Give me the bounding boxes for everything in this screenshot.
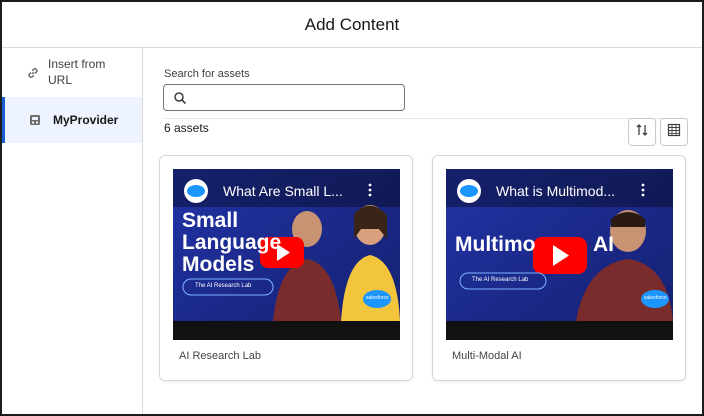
dialog: Add Content Insert from URL MyProvider S… bbox=[0, 0, 704, 416]
asset-card[interactable]: What Are Small L... Small Language Model… bbox=[159, 155, 413, 381]
sort-icon bbox=[635, 123, 649, 142]
channel-badge: The AI Research Lab bbox=[472, 277, 529, 283]
sidebar-item-label: Insert from URL bbox=[48, 57, 106, 87]
asset-count: 6 assets bbox=[164, 121, 209, 135]
channel-badge: The AI Research Lab bbox=[195, 283, 252, 289]
salesforce-logo: salesforce bbox=[644, 295, 667, 301]
search-label: Search for assets bbox=[164, 68, 250, 80]
sort-button[interactable] bbox=[628, 118, 656, 146]
sidebar: Insert from URL MyProvider bbox=[2, 48, 143, 414]
selected-indicator bbox=[2, 97, 5, 143]
grid-view-icon bbox=[667, 123, 681, 142]
grid-view-button[interactable] bbox=[660, 118, 688, 146]
search-input[interactable] bbox=[194, 88, 399, 107]
search-icon bbox=[173, 91, 187, 105]
provider-icon bbox=[29, 114, 41, 126]
salesforce-logo: salesforce bbox=[366, 295, 389, 301]
sidebar-item-insert-from-url[interactable]: Insert from URL bbox=[2, 56, 142, 98]
divider bbox=[164, 118, 688, 119]
asset-card[interactable]: What is Multimod... Multimo AI The AI Re… bbox=[432, 155, 686, 381]
search-field[interactable] bbox=[163, 84, 405, 111]
video-thumbnail[interactable]: What is Multimod... Multimo AI The AI Re… bbox=[446, 169, 673, 340]
link-icon bbox=[26, 66, 40, 80]
overlay-line: Language bbox=[182, 231, 282, 254]
sidebar-item-myprovider[interactable]: MyProvider bbox=[2, 97, 142, 143]
overlay-line: Small bbox=[182, 209, 239, 232]
dialog-header: Add Content bbox=[2, 2, 702, 48]
video-title: What is Multimod... bbox=[496, 183, 616, 199]
dialog-title: Add Content bbox=[304, 14, 400, 34]
asset-title: AI Research Lab bbox=[179, 350, 261, 362]
video-thumbnail[interactable]: What Are Small L... Small Language Model… bbox=[173, 169, 400, 340]
main-panel: Search for assets 6 assets What Are Smal… bbox=[144, 48, 702, 414]
overlay-line: Multimo bbox=[455, 233, 536, 256]
overlay-line: AI bbox=[593, 233, 614, 256]
sidebar-item-label: MyProvider bbox=[53, 113, 119, 127]
asset-title: Multi-Modal AI bbox=[452, 350, 522, 362]
video-title: What Are Small L... bbox=[223, 183, 343, 199]
overlay-line: Models bbox=[182, 253, 255, 276]
